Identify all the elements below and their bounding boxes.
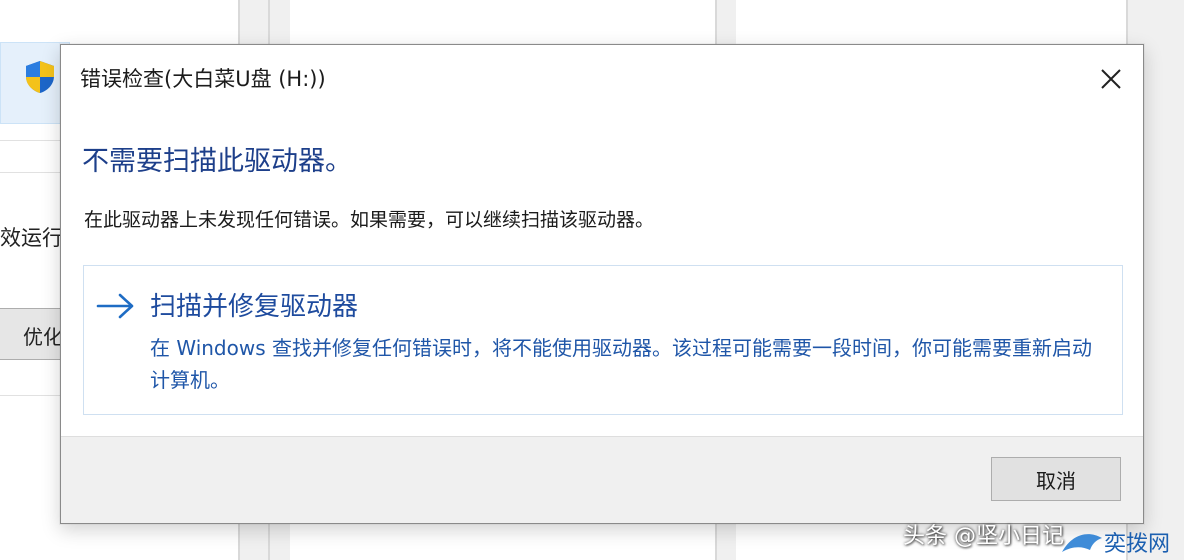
dialog-heading: 不需要扫描此驱动器。 [82, 146, 352, 177]
scan-and-repair-link[interactable]: 扫描并修复驱动器 在 Windows 查找并修复任何错误时，将不能使用驱动器。该… [83, 265, 1123, 415]
watermark-logo: 奕拨网 [1062, 532, 1170, 557]
dialog-title: 错误检查(大白菜U盘 (H:)) [80, 67, 326, 91]
background-divider [0, 140, 62, 141]
error-check-dialog: 错误检查(大白菜U盘 (H:)) 不需要扫描此驱动器。 在此驱动器上未发现任何错… [60, 44, 1144, 524]
watermark-logo-text: 奕拨网 [1104, 532, 1170, 557]
close-icon [1101, 69, 1121, 89]
background-partial-label: 效运行 [0, 226, 63, 250]
watermark-text: 头条 @坚小日记 [903, 524, 1064, 549]
scan-and-repair-description: 在 Windows 查找并修复任何错误时，将不能使用驱动器。该过程可能需要一段时… [150, 336, 1092, 392]
dialog-footer: 取消 [61, 436, 1143, 523]
close-button[interactable] [1093, 61, 1129, 97]
cancel-button[interactable]: 取消 [991, 457, 1121, 501]
scan-and-repair-title: 扫描并修复驱动器 [150, 292, 359, 322]
background-divider [0, 172, 62, 173]
uac-shield-icon [26, 61, 54, 93]
dialog-message: 在此驱动器上未发现任何错误。如果需要，可以继续扫描该驱动器。 [84, 209, 655, 231]
arrow-right-icon [96, 293, 134, 319]
background-divider [0, 395, 62, 396]
background-optimize-button[interactable]: 优化 [0, 308, 64, 360]
